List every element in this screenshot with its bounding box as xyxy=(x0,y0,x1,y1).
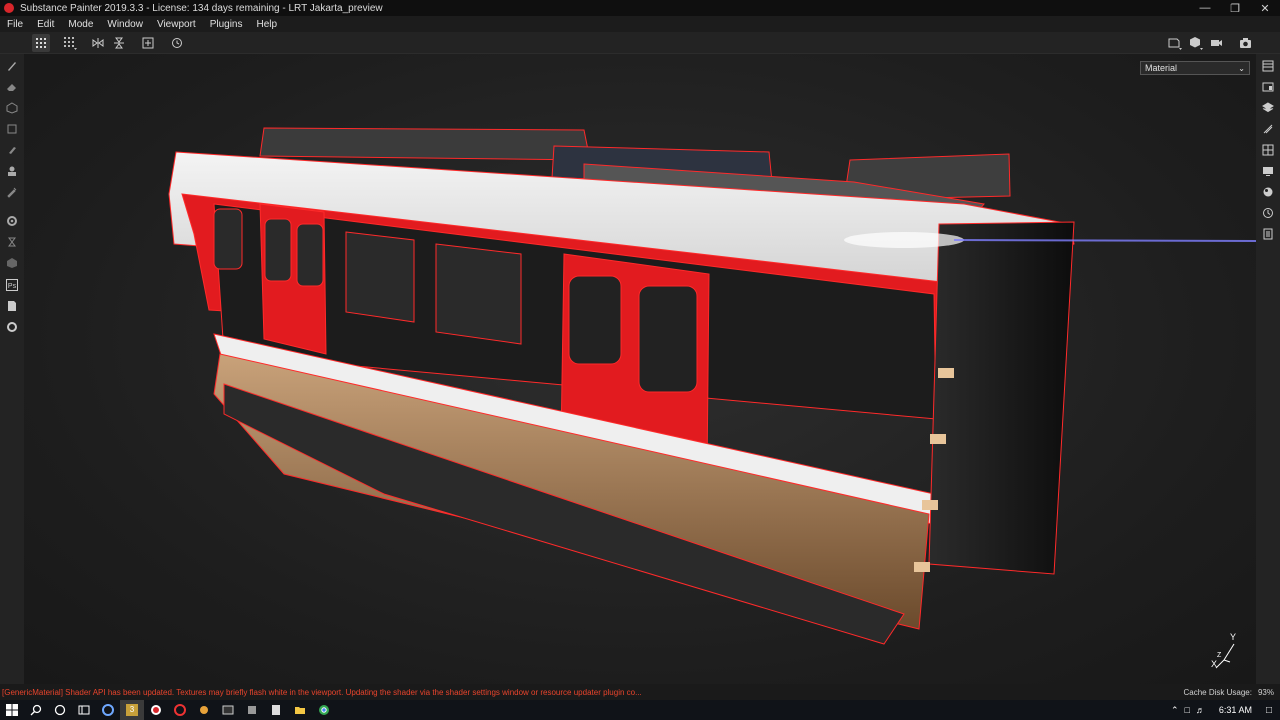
3d-viewport[interactable]: Y X Z Material ⌄ xyxy=(24,54,1256,684)
color-picker-icon[interactable] xyxy=(3,183,21,201)
status-bar: [GenericMaterial] Shader API has been up… xyxy=(0,684,1280,700)
cache-usage: Cache Disk Usage: 93% xyxy=(1184,684,1275,700)
app-terminal-icon[interactable] xyxy=(216,700,240,720)
cache-label: Cache Disk Usage: xyxy=(1183,687,1252,697)
substance-icon[interactable] xyxy=(144,700,168,720)
app-flower-icon[interactable] xyxy=(192,700,216,720)
frame-dropdown-icon[interactable] xyxy=(1166,34,1184,52)
history-icon[interactable] xyxy=(168,34,186,52)
file-explorer-icon[interactable] xyxy=(288,700,312,720)
display-mode-select[interactable]: Material ⌄ xyxy=(1140,61,1250,75)
uv-grid-icon[interactable] xyxy=(1259,141,1277,159)
chevron-down-icon: ⌄ xyxy=(1238,63,1245,73)
grid-icon[interactable] xyxy=(32,34,50,52)
axis-label-y: Y xyxy=(1230,632,1237,642)
substance-logo-icon xyxy=(4,3,14,13)
projection-icon[interactable] xyxy=(3,99,21,117)
train-model xyxy=(168,127,1256,669)
menu-mode[interactable]: Mode xyxy=(61,19,100,30)
grid-dropdown-icon[interactable] xyxy=(61,34,79,52)
menu-bar: File Edit Mode Window Viewport Plugins H… xyxy=(0,16,1280,32)
history-clock-icon[interactable] xyxy=(1259,204,1277,222)
axis-label-z: Z xyxy=(1217,652,1222,659)
notification-icon[interactable]: □ xyxy=(1266,705,1272,716)
clock[interactable]: 6:31 AM xyxy=(1219,705,1252,715)
app-generic-icon[interactable] xyxy=(240,700,264,720)
symmetry-y-icon[interactable] xyxy=(110,34,128,52)
svg-text:Ps: Ps xyxy=(8,283,17,290)
paint-brush-icon[interactable] xyxy=(3,57,21,75)
layers-icon[interactable] xyxy=(1259,57,1277,75)
window-controls: — ❐ ✕ xyxy=(1190,0,1280,16)
chrome-icon[interactable] xyxy=(312,700,336,720)
symmetry-x-icon[interactable] xyxy=(89,34,107,52)
left-tool-strip: Ps xyxy=(0,54,24,684)
add-frame-icon[interactable] xyxy=(139,34,157,52)
task-view-icon[interactable] xyxy=(72,700,96,720)
menu-file[interactable]: File xyxy=(0,19,30,30)
shader-sphere-icon[interactable] xyxy=(1259,183,1277,201)
photoshop-export-icon[interactable]: Ps xyxy=(3,276,21,294)
screenshot-icon[interactable] xyxy=(1236,34,1254,52)
app-red-icon[interactable] xyxy=(168,700,192,720)
app-doc-icon[interactable] xyxy=(264,700,288,720)
app-3-icon[interactable]: 3 xyxy=(120,700,144,720)
close-icon[interactable]: ✕ xyxy=(1250,0,1280,16)
clone-icon[interactable] xyxy=(3,162,21,180)
cortana-icon[interactable] xyxy=(48,700,72,720)
menu-viewport[interactable]: Viewport xyxy=(150,19,203,30)
display-settings-icon[interactable] xyxy=(1259,162,1277,180)
smudge-icon[interactable] xyxy=(3,141,21,159)
eraser-icon[interactable] xyxy=(3,78,21,96)
axis-label-x: X xyxy=(1211,659,1218,669)
camera-dropdown-icon[interactable] xyxy=(1208,34,1226,52)
viewport-toolbar xyxy=(0,32,1280,54)
menu-help[interactable]: Help xyxy=(250,19,285,30)
menu-plugins[interactable]: Plugins xyxy=(203,19,250,30)
minimize-icon[interactable]: — xyxy=(1190,0,1220,16)
plugin-gear-icon[interactable] xyxy=(3,318,21,336)
log-icon[interactable] xyxy=(1259,225,1277,243)
texture-set-icon[interactable] xyxy=(3,254,21,272)
brush-properties-icon[interactable] xyxy=(1259,120,1277,138)
search-icon[interactable] xyxy=(24,700,48,720)
edge-browser-icon[interactable] xyxy=(96,700,120,720)
volume-icon[interactable]: ♬ xyxy=(1196,705,1205,715)
settings-gear-icon[interactable] xyxy=(3,212,21,230)
menu-window[interactable]: Window xyxy=(100,19,150,30)
system-tray: ⌃ □ ♬ 6:31 AM □ xyxy=(1171,700,1280,720)
layer-stack-icon[interactable] xyxy=(1259,99,1277,117)
menu-edit[interactable]: Edit xyxy=(30,19,61,30)
right-panel-strip xyxy=(1256,54,1280,684)
polygon-fill-icon[interactable] xyxy=(3,120,21,138)
display-mode-value: Material xyxy=(1145,63,1178,73)
shading-dropdown-icon[interactable] xyxy=(1187,34,1205,52)
bake-icon[interactable] xyxy=(3,233,21,251)
windows-start-icon[interactable] xyxy=(0,700,24,720)
window-title: Substance Painter 2019.3.3 - License: 13… xyxy=(20,2,383,14)
windows-taskbar: 3 ⌃ □ ♬ 6:31 AM □ xyxy=(0,700,1280,720)
cache-value: 93% xyxy=(1257,687,1274,697)
network-icon[interactable]: □ xyxy=(1184,705,1189,715)
texture-set-list-icon[interactable] xyxy=(1259,78,1277,96)
title-bar: Substance Painter 2019.3.3 - License: 13… xyxy=(0,0,1280,16)
status-message: [GenericMaterial] Shader API has been up… xyxy=(2,687,642,697)
restore-icon[interactable]: ❐ xyxy=(1220,0,1250,16)
chevron-up-icon[interactable]: ⌃ xyxy=(1171,705,1179,716)
document-icon[interactable] xyxy=(3,297,21,315)
